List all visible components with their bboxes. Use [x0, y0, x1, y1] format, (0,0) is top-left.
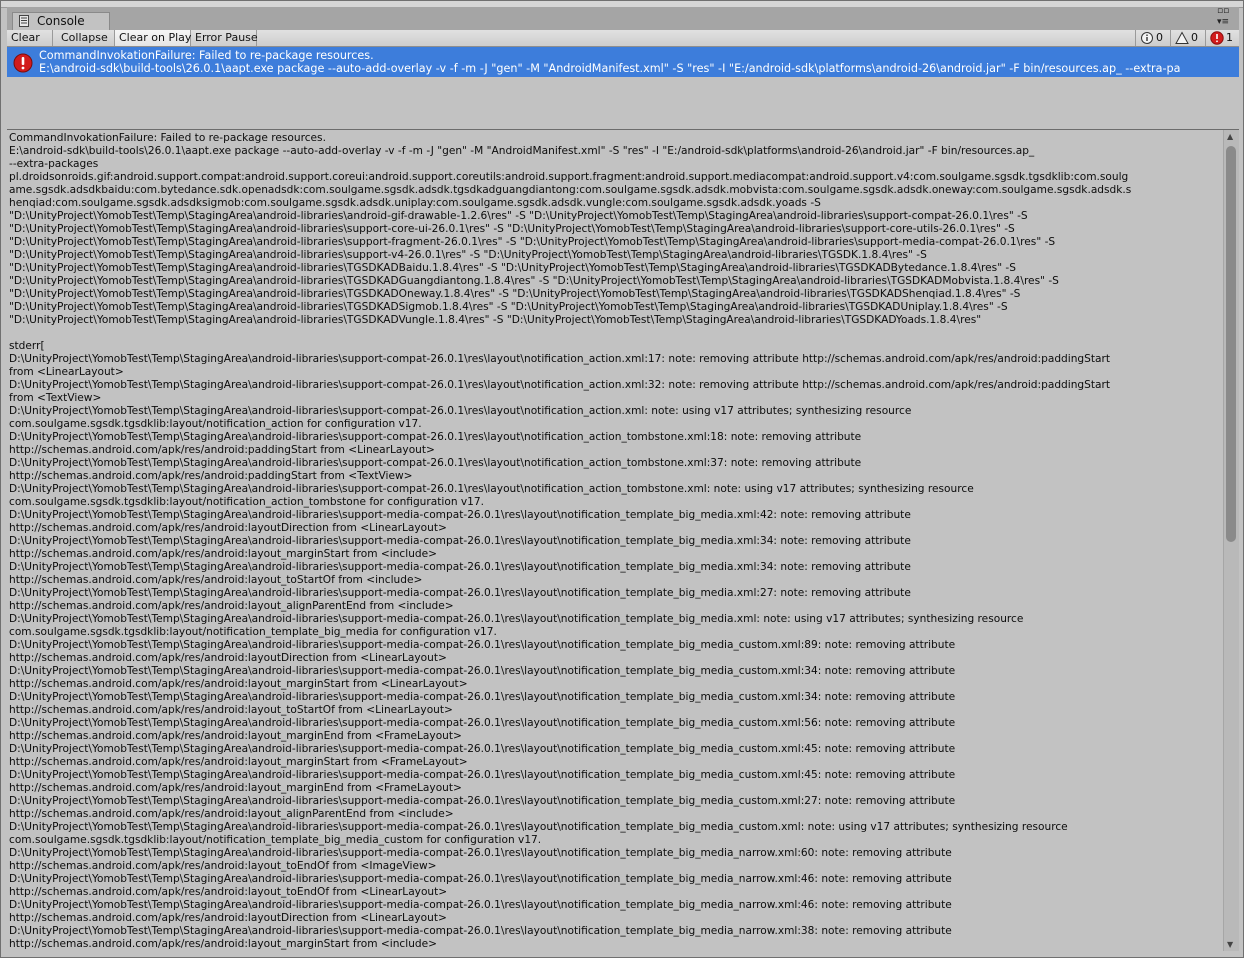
detail-line: http://schemas.android.com/apk/res/andro…: [9, 678, 468, 690]
detail-line: http://schemas.android.com/apk/res/andro…: [9, 756, 468, 768]
maximize-icon[interactable]: ▫▫: [1217, 6, 1229, 16]
log-entry-line-1: CommandInvokationFailure: Failed to re-p…: [39, 49, 374, 62]
detail-line: http://schemas.android.com/apk/res/andro…: [9, 782, 462, 794]
detail-line: D:\UnityProject\YomobTest\Temp\StagingAr…: [9, 561, 911, 573]
detail-line: http://schemas.android.com/apk/res/andro…: [9, 912, 447, 924]
info-icon: [1141, 32, 1153, 44]
error-count-toggle[interactable]: 1: [1205, 30, 1239, 46]
detail-line: D:\UnityProject\YomobTest\Temp\StagingAr…: [9, 483, 974, 495]
info-count-toggle[interactable]: 0: [1135, 30, 1170, 46]
log-entry-line-2: E:\android-sdk\build-tools\26.0.1\aapt.e…: [39, 62, 1181, 75]
detail-line: D:\UnityProject\YomobTest\Temp\StagingAr…: [9, 743, 956, 755]
detail-line: henqiad:com.soulgame.sgsdk.adsdksigmob:c…: [9, 197, 821, 209]
detail-line: http://schemas.android.com/apk/res/andro…: [9, 860, 437, 872]
log-entry-selected[interactable]: CommandInvokationFailure: Failed to re-p…: [7, 47, 1239, 77]
detail-line: D:\UnityProject\YomobTest\Temp\StagingAr…: [9, 353, 1111, 365]
detail-line: D:\UnityProject\YomobTest\Temp\StagingAr…: [9, 405, 912, 417]
detail-line: "D:\UnityProject\YomobTest\Temp\StagingA…: [9, 223, 1015, 235]
info-count: 0: [1156, 31, 1163, 44]
detail-line: D:\UnityProject\YomobTest\Temp\StagingAr…: [9, 379, 1111, 391]
detail-line: http://schemas.android.com/apk/res/andro…: [9, 730, 462, 742]
detail-line: http://schemas.android.com/apk/res/andro…: [9, 470, 413, 482]
detail-line: http://schemas.android.com/apk/res/andro…: [9, 574, 423, 586]
detail-line: D:\UnityProject\YomobTest\Temp\StagingAr…: [9, 509, 911, 521]
warning-icon: [1175, 31, 1189, 44]
detail-line: com.soulgame.sgsdk.tgsdklib:layout/notif…: [9, 418, 422, 430]
error-pause-button[interactable]: Error Pause: [191, 30, 258, 46]
log-list: CommandInvokationFailure: Failed to re-p…: [7, 47, 1239, 130]
warning-count-toggle[interactable]: 0: [1170, 30, 1205, 46]
detail-line: http://schemas.android.com/apk/res/andro…: [9, 522, 447, 534]
detail-line: D:\UnityProject\YomobTest\Temp\StagingAr…: [9, 847, 952, 859]
detail-line: "D:\UnityProject\YomobTest\Temp\StagingA…: [9, 249, 927, 261]
detail-line: D:\UnityProject\YomobTest\Temp\StagingAr…: [9, 717, 956, 729]
clear-button[interactable]: Clear: [7, 30, 53, 46]
detail-line: CommandInvokationFailure: Failed to re-p…: [9, 132, 326, 144]
detail-line: D:\UnityProject\YomobTest\Temp\StagingAr…: [9, 431, 862, 443]
detail-line: "D:\UnityProject\YomobTest\Temp\StagingA…: [9, 236, 1056, 248]
detail-line: D:\UnityProject\YomobTest\Temp\StagingAr…: [9, 613, 1024, 625]
console-icon: [19, 15, 29, 27]
detail-line: com.soulgame.sgsdk.tgsdklib:layout/notif…: [9, 496, 485, 508]
detail-line: http://schemas.android.com/apk/res/andro…: [9, 600, 454, 612]
detail-line: "D:\UnityProject\YomobTest\Temp\StagingA…: [9, 210, 1028, 222]
detail-line: "D:\UnityProject\YomobTest\Temp\StagingA…: [9, 275, 1059, 287]
collapse-button[interactable]: Collapse: [57, 30, 115, 46]
detail-line: E:\android-sdk\build-tools\26.0.1\aapt.e…: [9, 145, 1035, 157]
detail-line: D:\UnityProject\YomobTest\Temp\StagingAr…: [9, 795, 956, 807]
detail-line: D:\UnityProject\YomobTest\Temp\StagingAr…: [9, 769, 956, 781]
detail-line: pl.droidsonroids.gif:android.support.com…: [9, 171, 1129, 183]
detail-line: "D:\UnityProject\YomobTest\Temp\StagingA…: [9, 288, 1021, 300]
tab-bar: Console ▫▫ ▾≡: [7, 6, 1239, 30]
scrollbar-thumb[interactable]: [1226, 146, 1236, 542]
detail-line: "D:\UnityProject\YomobTest\Temp\StagingA…: [9, 262, 1016, 274]
detail-line: D:\UnityProject\YomobTest\Temp\StagingAr…: [9, 691, 956, 703]
detail-line: com.soulgame.sgsdk.tgsdklib:layout/notif…: [9, 834, 542, 846]
clear-on-play-button[interactable]: Clear on Play: [115, 30, 191, 46]
context-menu-icon[interactable]: ▾≡: [1217, 17, 1229, 27]
detail-line: http://schemas.android.com/apk/res/andro…: [9, 704, 453, 716]
detail-line: [9, 327, 1221, 340]
warning-count: 0: [1191, 31, 1198, 44]
detail-line: D:\UnityProject\YomobTest\Temp\StagingAr…: [9, 821, 1068, 833]
detail-line: D:\UnityProject\YomobTest\Temp\StagingAr…: [9, 925, 952, 937]
detail-line: D:\UnityProject\YomobTest\Temp\StagingAr…: [9, 457, 862, 469]
detail-line: D:\UnityProject\YomobTest\Temp\StagingAr…: [9, 639, 956, 651]
detail-line: D:\UnityProject\YomobTest\Temp\StagingAr…: [9, 899, 952, 911]
detail-line: from <LinearLayout>: [9, 366, 124, 378]
tab-console[interactable]: Console: [12, 12, 110, 30]
detail-line: http://schemas.android.com/apk/res/andro…: [9, 548, 438, 560]
detail-line: http://schemas.android.com/apk/res/andro…: [9, 938, 438, 950]
detail-line: --extra-packages: [9, 158, 99, 170]
error-icon: [1210, 31, 1224, 45]
detail-line: from <TextView>: [9, 392, 102, 404]
detail-line: "D:\UnityProject\YomobTest\Temp\StagingA…: [9, 301, 1008, 313]
detail-line: D:\UnityProject\YomobTest\Temp\StagingAr…: [9, 587, 911, 599]
detail-line: D:\UnityProject\YomobTest\Temp\StagingAr…: [9, 665, 956, 677]
detail-line: ame.sgsdk.adsdkbaidu:com.bytedance.sdk.o…: [9, 184, 1132, 196]
console-toolbar: Clear Collapse Clear on Play Error Pause…: [7, 30, 1239, 47]
error-icon: [13, 53, 33, 73]
scroll-up-icon[interactable]: ▲: [1227, 132, 1233, 141]
detail-scrollbar[interactable]: ▲ ▼: [1223, 130, 1239, 951]
detail-line: com.soulgame.sgsdk.tgsdklib:layout/notif…: [9, 626, 497, 638]
detail-line: D:\UnityProject\YomobTest\Temp\StagingAr…: [9, 535, 911, 547]
tab-title: Console: [37, 14, 85, 28]
detail-line: D:\UnityProject\YomobTest\Temp\StagingAr…: [9, 873, 952, 885]
detail-line: "D:\UnityProject\YomobTest\Temp\StagingA…: [9, 314, 982, 326]
detail-line: stderr[: [9, 340, 45, 352]
message-detail-panel: CommandInvokationFailure: Failed to re-p…: [7, 130, 1239, 951]
console-window: Console ▫▫ ▾≡ Clear Collapse Clear on Pl…: [0, 0, 1244, 958]
detail-line: http://schemas.android.com/apk/res/andro…: [9, 808, 454, 820]
detail-line: http://schemas.android.com/apk/res/andro…: [9, 886, 448, 898]
error-count: 1: [1226, 31, 1233, 44]
detail-line: http://schemas.android.com/apk/res/andro…: [9, 652, 447, 664]
detail-line: http://schemas.android.com/apk/res/andro…: [9, 444, 435, 456]
scroll-down-icon[interactable]: ▼: [1227, 940, 1233, 949]
message-detail-text[interactable]: CommandInvokationFailure: Failed to re-p…: [9, 132, 1221, 951]
window-buttons: ▫▫ ▾≡: [1213, 6, 1237, 29]
